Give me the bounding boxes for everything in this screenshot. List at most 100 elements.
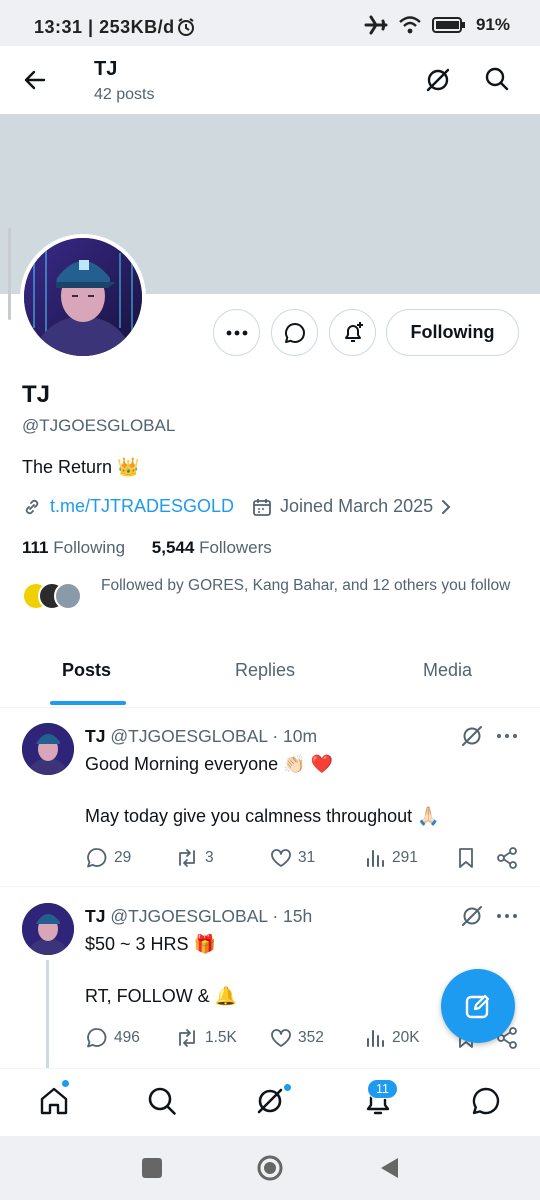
post-author-name[interactable]: TJ bbox=[85, 726, 105, 746]
header-title: TJ bbox=[94, 58, 118, 80]
post-avatar[interactable] bbox=[22, 723, 74, 775]
profile-counts: 111 Following 5,544 Followers bbox=[22, 538, 272, 558]
followers-label: Followers bbox=[199, 538, 272, 557]
post-text-line: Good Morning everyone 👏🏻 ❤️ bbox=[85, 754, 333, 774]
profile-avatar[interactable] bbox=[20, 234, 146, 360]
grok-icon[interactable] bbox=[460, 724, 484, 748]
following-button[interactable]: Following bbox=[386, 309, 519, 356]
profile-joined: Joined March 2025 bbox=[280, 496, 434, 516]
back-arrow-icon[interactable] bbox=[22, 67, 48, 93]
views-button[interactable]: 291 bbox=[364, 847, 418, 869]
compose-post-button[interactable] bbox=[441, 969, 515, 1043]
post-header: TJ @TJGOESGLOBAL · 10m bbox=[85, 726, 317, 747]
profile-link[interactable]: t.me/TJTRADESGOLD bbox=[50, 496, 234, 517]
like-button[interactable]: 352 bbox=[270, 1027, 324, 1049]
notify-button[interactable] bbox=[329, 309, 376, 356]
like-button[interactable]: 31 bbox=[270, 847, 315, 869]
post-avatar[interactable] bbox=[22, 903, 74, 955]
profile-bio: The Return 👑 bbox=[22, 457, 140, 477]
message-icon bbox=[284, 322, 305, 343]
thread-line bbox=[46, 960, 49, 1070]
message-button[interactable] bbox=[271, 309, 318, 356]
tab-media[interactable]: Media bbox=[423, 660, 472, 681]
home-icon[interactable] bbox=[38, 1085, 70, 1117]
views-chart-icon bbox=[367, 850, 384, 867]
profile-meta: t.me/TJTRADESGOLD Joined March 2025 bbox=[22, 496, 453, 517]
reply-icon bbox=[87, 848, 107, 868]
status-time: 13:31 | 253KB/d bbox=[34, 17, 175, 37]
bookmark-icon[interactable] bbox=[456, 847, 476, 869]
post-more-icon[interactable] bbox=[496, 732, 518, 740]
grok-icon[interactable] bbox=[254, 1085, 286, 1117]
repost-icon bbox=[179, 849, 195, 867]
views-count: 20K bbox=[392, 1029, 420, 1046]
grok-icon[interactable] bbox=[424, 66, 452, 94]
calendar-icon bbox=[253, 498, 271, 516]
back-button-icon[interactable] bbox=[378, 1156, 400, 1180]
status-bar: 13:31 | 253KB/d 91% bbox=[0, 0, 540, 46]
battery-icon bbox=[431, 17, 465, 33]
top-bar bbox=[0, 46, 540, 114]
heart-icon bbox=[271, 1029, 291, 1047]
repost-icon bbox=[179, 1029, 195, 1047]
repost-button[interactable]: 3 bbox=[175, 847, 214, 869]
messages-icon[interactable] bbox=[470, 1085, 502, 1117]
post-time: · 15h bbox=[272, 906, 313, 926]
post-divider bbox=[0, 886, 540, 887]
following-label: Following bbox=[53, 538, 126, 557]
status-icons: 91% bbox=[364, 15, 510, 35]
post-more-icon[interactable] bbox=[496, 912, 518, 920]
grok-unread-dot bbox=[283, 1083, 292, 1092]
search-icon[interactable] bbox=[484, 66, 510, 92]
profile-tabs: Posts Replies Media bbox=[0, 650, 540, 708]
avatar-illustration bbox=[22, 723, 74, 775]
post-author-handle[interactable]: @TJGOESGLOBAL bbox=[110, 726, 267, 746]
system-navigation-bar bbox=[0, 1136, 540, 1200]
reply-icon bbox=[87, 1028, 107, 1048]
post-time: · 10m bbox=[272, 726, 318, 746]
post-author-handle[interactable]: @TJGOESGLOBAL bbox=[110, 906, 267, 926]
following-count: 111 bbox=[22, 538, 49, 557]
search-icon[interactable] bbox=[146, 1085, 178, 1117]
repost-button[interactable]: 1.5K bbox=[175, 1027, 237, 1049]
repost-count: 3 bbox=[205, 849, 214, 866]
followers-link[interactable]: 5,544 Followers bbox=[152, 538, 272, 557]
follower-avatar bbox=[54, 582, 82, 610]
tab-posts[interactable]: Posts bbox=[62, 660, 111, 681]
views-count: 291 bbox=[392, 849, 418, 866]
more-options-button[interactable] bbox=[213, 309, 260, 356]
post-author-name[interactable]: TJ bbox=[85, 906, 105, 926]
recent-apps-button[interactable] bbox=[142, 1158, 162, 1178]
post-header: TJ @TJGOESGLOBAL · 15h bbox=[85, 906, 312, 927]
views-button[interactable]: 20K bbox=[364, 1027, 420, 1049]
heart-icon bbox=[271, 849, 291, 867]
profile-name: TJ bbox=[22, 381, 51, 408]
avatar-illustration bbox=[22, 903, 74, 955]
chevron-right-icon[interactable] bbox=[439, 498, 453, 516]
followed-by-text[interactable]: Followed by GORES, Kang Bahar, and 12 ot… bbox=[101, 576, 511, 596]
reply-button[interactable]: 496 bbox=[86, 1027, 140, 1049]
share-icon[interactable] bbox=[495, 847, 519, 869]
followers-count: 5,544 bbox=[151, 538, 195, 557]
battery-percent: 91% bbox=[475, 15, 510, 34]
grok-icon[interactable] bbox=[460, 904, 484, 928]
avatar-illustration bbox=[24, 238, 142, 356]
active-tab-indicator bbox=[50, 701, 126, 705]
more-dots-icon bbox=[226, 330, 247, 335]
header-post-count: 42 posts bbox=[94, 86, 155, 103]
bell-plus-icon bbox=[344, 321, 363, 342]
post-text-line: RT, FOLLOW & 🔔 bbox=[85, 986, 238, 1006]
like-count: 352 bbox=[298, 1029, 324, 1046]
following-link[interactable]: 111 Following bbox=[22, 538, 125, 557]
compose-icon bbox=[465, 994, 490, 1019]
tab-replies[interactable]: Replies bbox=[235, 660, 295, 681]
post-text-line: May today give you calmness throughout 🙏… bbox=[85, 806, 440, 826]
repost-count: 1.5K bbox=[205, 1029, 237, 1046]
home-button-icon[interactable] bbox=[256, 1154, 284, 1182]
wifi-icon bbox=[399, 16, 421, 34]
reply-button[interactable]: 29 bbox=[86, 847, 131, 869]
home-unread-dot bbox=[61, 1079, 70, 1088]
airplane-icon bbox=[364, 15, 388, 35]
reply-count: 496 bbox=[114, 1029, 140, 1046]
notifications-badge: 11 bbox=[367, 1079, 398, 1099]
